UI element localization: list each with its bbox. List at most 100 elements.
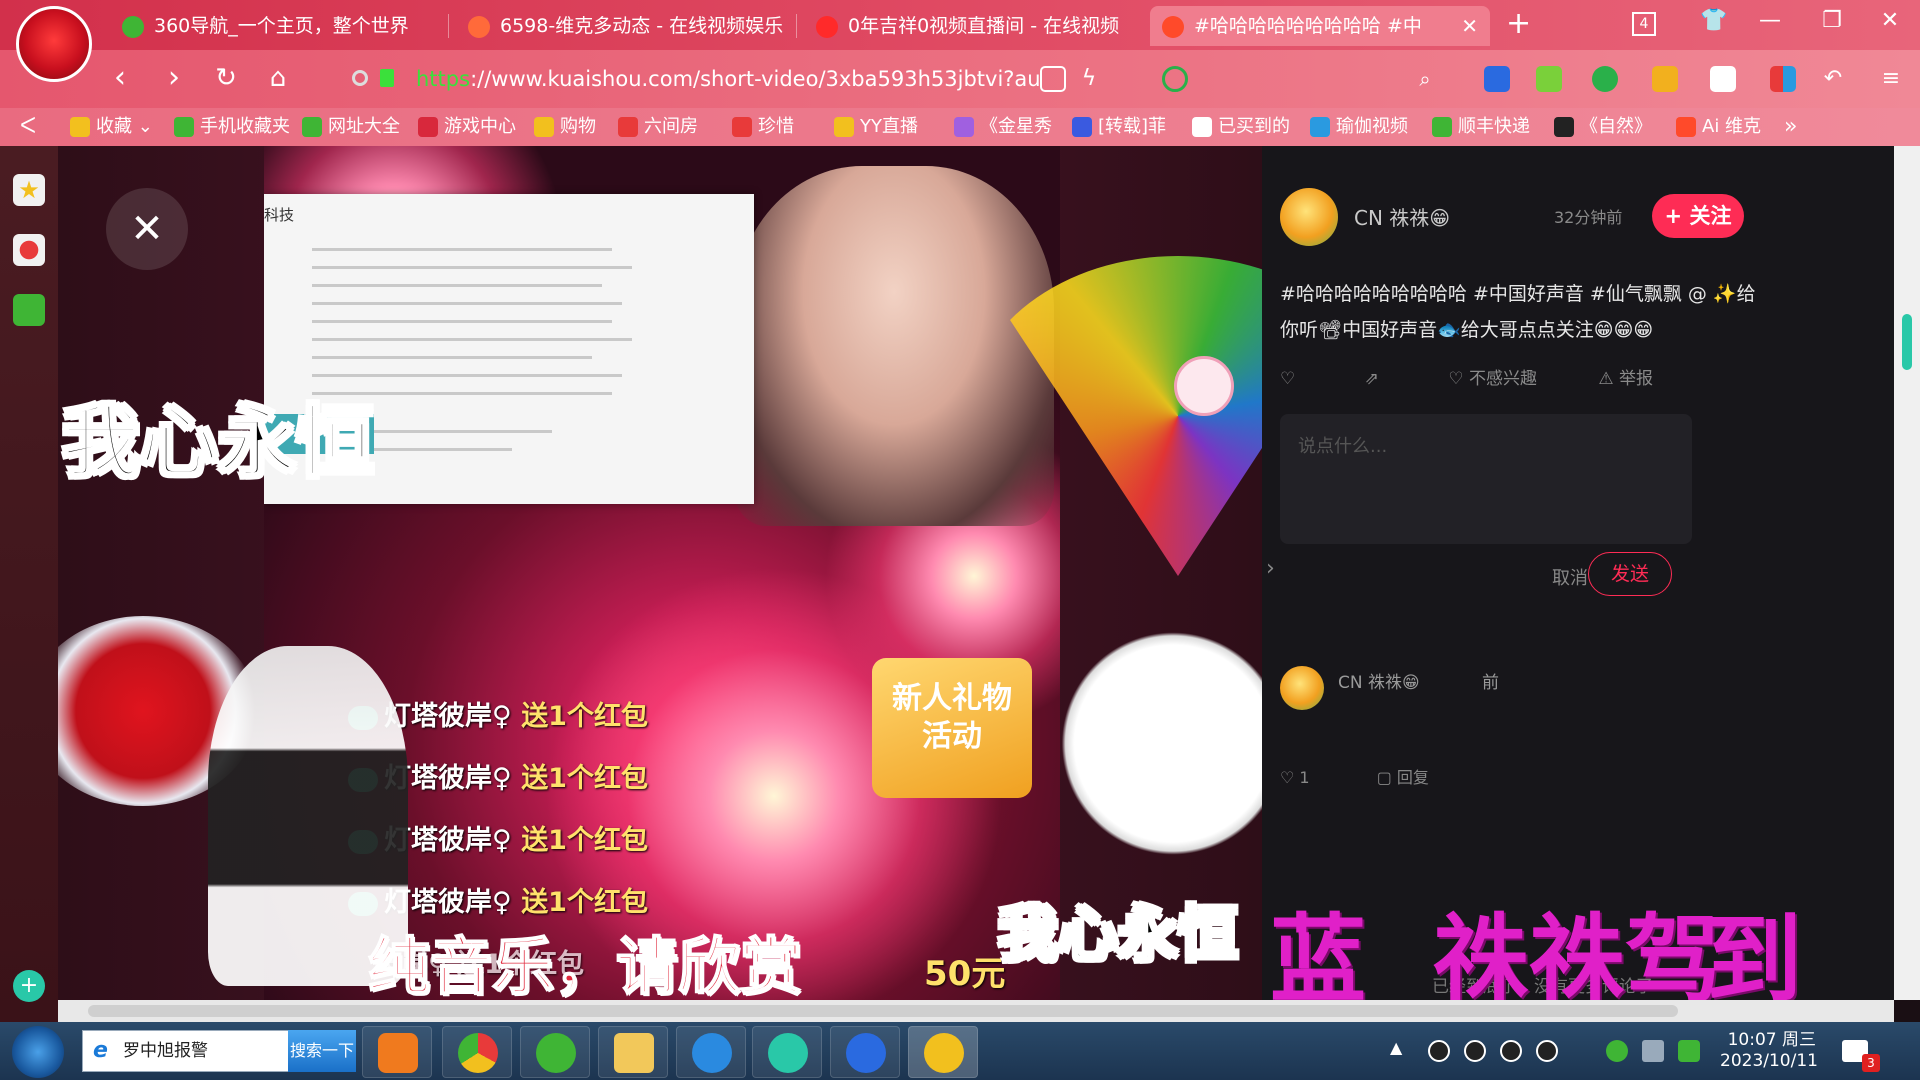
- menu-icon[interactable]: ≡: [1878, 66, 1904, 92]
- bookmarks-more-icon[interactable]: »: [1784, 108, 1797, 146]
- shield-guard-icon[interactable]: [1652, 66, 1678, 92]
- bookmark-item[interactable]: 网址大全: [302, 108, 400, 146]
- tab-kuaishou-active[interactable]: #哈哈哈哈哈哈哈哈哈 #中 ✕: [1150, 6, 1490, 46]
- vertical-scrollbar[interactable]: [1894, 146, 1920, 1000]
- qq-icon[interactable]: [1536, 1040, 1558, 1062]
- scroll-thumb[interactable]: [88, 1005, 1678, 1017]
- browser-logo[interactable]: [16, 6, 92, 82]
- horizontal-scrollbar[interactable]: [58, 1000, 1894, 1022]
- bookmark-item[interactable]: 游戏中心: [418, 108, 516, 146]
- bookmark-label: 六间房: [644, 116, 698, 137]
- back-icon[interactable]: ‹: [100, 58, 140, 98]
- taskbar-app-ie[interactable]: [676, 1026, 746, 1078]
- bookmark-item[interactable]: 购物: [534, 108, 596, 146]
- comment-like-button[interactable]: ♡ 1: [1280, 768, 1310, 787]
- caption-arrive: 到: [1706, 904, 1802, 1000]
- folder-icon: [534, 117, 554, 137]
- translate-icon[interactable]: [1592, 66, 1618, 92]
- comment-reply-button[interactable]: ▢ 回复: [1377, 768, 1429, 787]
- mail-icon[interactable]: [13, 294, 45, 326]
- qq-icon[interactable]: [1464, 1040, 1486, 1062]
- taskbar-app-player[interactable]: [362, 1026, 432, 1078]
- author-avatar[interactable]: [1280, 188, 1338, 246]
- site-icon: [1554, 117, 1574, 137]
- tab-360-nav[interactable]: 360导航_一个主页，整个世界: [110, 6, 440, 46]
- scissors-icon[interactable]: [1536, 66, 1562, 92]
- bookmark-item[interactable]: 已买到的: [1192, 108, 1290, 146]
- add-sidebar-icon[interactable]: +: [13, 970, 45, 1002]
- tab-live-room[interactable]: 0年吉祥0视频直播间 - 在线视频: [804, 6, 1134, 46]
- taskbar-app-chrome[interactable]: [442, 1026, 512, 1078]
- share-icon[interactable]: ⇗: [1365, 369, 1379, 389]
- post-time: 32分钟前: [1554, 208, 1623, 227]
- comment-author[interactable]: CN 祩祩😁: [1338, 668, 1420, 693]
- follow-button[interactable]: + 关注: [1652, 194, 1744, 238]
- cancel-button[interactable]: 取消: [1552, 564, 1588, 590]
- chevron-right-icon[interactable]: ›: [1266, 556, 1275, 581]
- address-bar[interactable]: https://www.kuaishou.com/short-video/3xb…: [340, 58, 1440, 100]
- tab-victor-feed[interactable]: 6598-维克多动态 - 在线视频娱乐: [456, 6, 786, 46]
- tray-expand-icon[interactable]: ▲: [1390, 1038, 1402, 1057]
- forward-icon[interactable]: ›: [154, 58, 194, 98]
- favorites-star-icon[interactable]: ★: [13, 174, 45, 206]
- bookmark-item[interactable]: 《自然》: [1554, 108, 1652, 146]
- grid-icon[interactable]: [1040, 66, 1066, 92]
- start-button[interactable]: [12, 1026, 64, 1078]
- bookmark-item[interactable]: [转载]菲: [1072, 108, 1166, 146]
- system-clock[interactable]: 10:07 周三 2023/10/11: [1720, 1030, 1818, 1072]
- bookmark-item[interactable]: Ai 维克: [1676, 108, 1761, 146]
- ai-icon[interactable]: [1484, 66, 1510, 92]
- report-button[interactable]: ⚠ 举报: [1598, 369, 1653, 389]
- taskbar-app-360[interactable]: [520, 1026, 590, 1078]
- qq-icon[interactable]: [1428, 1040, 1450, 1062]
- send-button[interactable]: 发送: [1588, 552, 1672, 596]
- apps-icon[interactable]: [1770, 66, 1796, 92]
- game-controller-icon[interactable]: [1710, 66, 1736, 92]
- sidebar-toggle-icon[interactable]: ᐸ: [20, 108, 36, 146]
- network-icon[interactable]: [1642, 1040, 1664, 1062]
- taskbar-app-plus[interactable]: [752, 1026, 822, 1078]
- author-name[interactable]: CN 祩祩😁: [1354, 202, 1450, 231]
- close-video-button[interactable]: ✕: [106, 188, 188, 270]
- shirt-skin-icon[interactable]: 👕: [1696, 8, 1732, 33]
- security-shield-icon[interactable]: [1678, 1040, 1700, 1062]
- comment-input[interactable]: 说点什么...: [1280, 414, 1692, 544]
- windows-taskbar: e 罗中旭报警 搜索一下 ▲ 10:07 周三 2023/10/11 3: [0, 1022, 1920, 1080]
- not-interested-button[interactable]: ♡ 不感兴趣: [1448, 369, 1537, 389]
- bookmark-item[interactable]: 珍惜: [732, 108, 794, 146]
- like-icon[interactable]: ♡: [1280, 369, 1295, 389]
- weibo-icon[interactable]: [13, 234, 45, 266]
- taskbar-app-game[interactable]: [908, 1026, 978, 1078]
- home-icon[interactable]: ⌂: [258, 58, 298, 98]
- bookmark-item[interactable]: 手机收藏夹: [174, 108, 290, 146]
- close-window-icon[interactable]: ✕: [1872, 8, 1908, 33]
- taskbar-search-input[interactable]: e 罗中旭报警: [82, 1030, 290, 1072]
- bookmark-item[interactable]: 瑜伽视频: [1310, 108, 1408, 146]
- site-icon: [1432, 117, 1452, 137]
- search-icon[interactable]: ⌕: [1412, 66, 1438, 92]
- doc-line: [312, 266, 632, 269]
- taskbar-search-button[interactable]: 搜索一下: [288, 1030, 356, 1072]
- bookmark-item[interactable]: YY直播: [834, 108, 918, 146]
- bookmark-favorites[interactable]: 收藏 ⌄: [70, 108, 153, 146]
- speed-dial-icon[interactable]: [1162, 66, 1188, 92]
- restore-icon[interactable]: ❐: [1814, 8, 1850, 33]
- qq-icon[interactable]: [1500, 1040, 1522, 1062]
- minimize-icon[interactable]: —: [1752, 8, 1788, 33]
- taskbar-app-k[interactable]: [830, 1026, 900, 1078]
- refresh-icon[interactable]: ↻: [206, 58, 246, 98]
- 360-tray-icon[interactable]: [1606, 1040, 1628, 1062]
- lightning-icon[interactable]: ϟ: [1076, 66, 1102, 92]
- tab-count-badge[interactable]: 4: [1632, 12, 1656, 36]
- doc-line: [312, 302, 622, 305]
- bookmark-item[interactable]: 顺丰快递: [1432, 108, 1530, 146]
- new-user-gift-badge[interactable]: 新人礼物 活动: [872, 658, 1032, 798]
- new-tab-button[interactable]: +: [1506, 6, 1531, 42]
- comment-avatar[interactable]: [1280, 666, 1324, 710]
- undo-icon[interactable]: ↶: [1820, 66, 1846, 92]
- bookmark-item[interactable]: 《金星秀: [954, 108, 1052, 146]
- tab-close-icon[interactable]: ✕: [1461, 6, 1478, 46]
- scroll-thumb[interactable]: [1902, 314, 1912, 370]
- taskbar-app-explorer[interactable]: [598, 1026, 668, 1078]
- bookmark-item[interactable]: 六间房: [618, 108, 698, 146]
